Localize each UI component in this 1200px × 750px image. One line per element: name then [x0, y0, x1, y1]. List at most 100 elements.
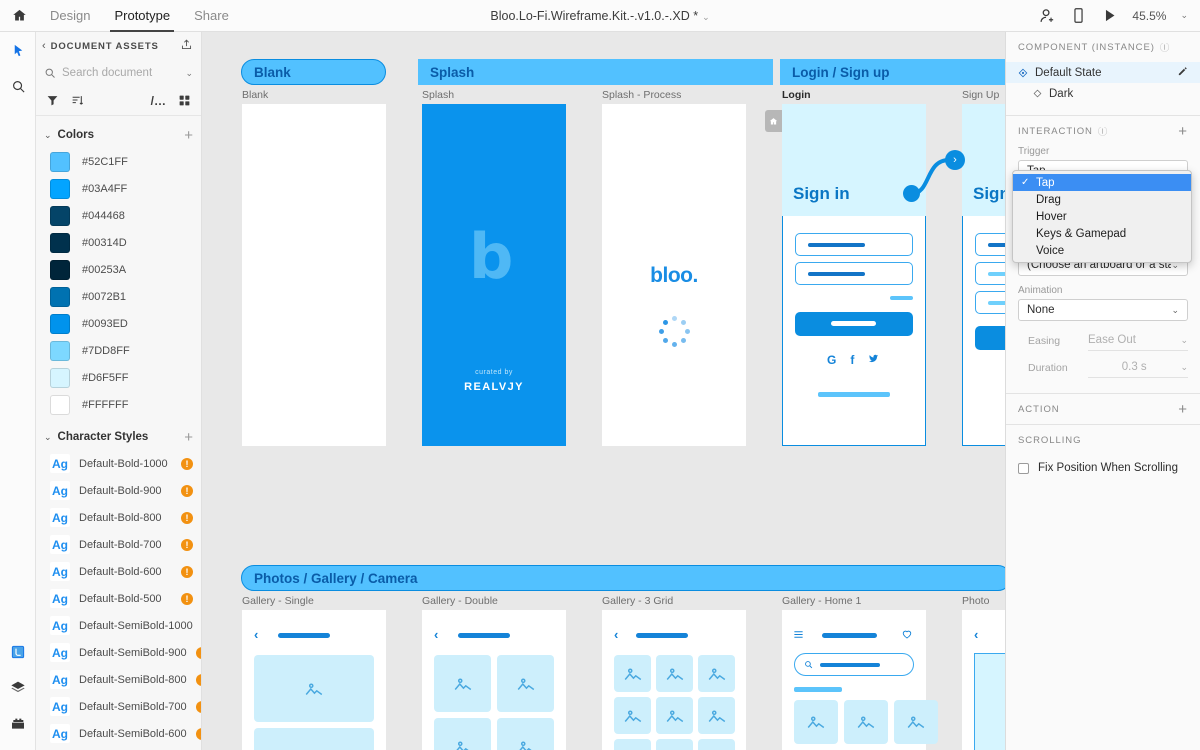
- google-icon[interactable]: G: [827, 353, 836, 367]
- play-preview-icon[interactable]: [1101, 7, 1118, 24]
- list-view-icon[interactable]: /…: [151, 94, 166, 108]
- artboard-label-gallery-home1[interactable]: Gallery - Home 1: [782, 595, 861, 607]
- color-swatch-row[interactable]: #D6F5FF: [36, 364, 201, 391]
- color-swatch[interactable]: [50, 205, 70, 226]
- gallery-search-field[interactable]: [794, 653, 914, 676]
- info-icon[interactable]: ⓘ: [1098, 124, 1108, 138]
- artboard-splash[interactable]: b curated by REALVJY: [422, 104, 566, 446]
- login-forgot-link[interactable]: [890, 296, 913, 300]
- artboard-label-login[interactable]: Login: [782, 89, 811, 101]
- assets-back-icon[interactable]: ‹: [42, 40, 46, 52]
- trigger-option[interactable]: Drag: [1013, 191, 1191, 208]
- share-invite-icon[interactable]: [1039, 7, 1056, 24]
- tab-design[interactable]: Design: [38, 0, 102, 32]
- color-swatch-row[interactable]: #044468: [36, 202, 201, 229]
- plugins-panel-icon[interactable]: [0, 706, 36, 742]
- artboard-login[interactable]: Sign in G f: [782, 104, 926, 446]
- artboard-gallery-double[interactable]: ‹: [422, 610, 566, 750]
- login-password-field[interactable]: [795, 262, 913, 285]
- artboard-blank[interactable]: [242, 104, 386, 446]
- facebook-icon[interactable]: f: [850, 353, 854, 367]
- grid-view-icon[interactable]: [178, 94, 191, 107]
- character-style-row[interactable]: Ag Default-Bold-500!: [36, 585, 201, 612]
- zoom-level[interactable]: 45.5%: [1132, 9, 1166, 23]
- character-style-row[interactable]: Ag Default-SemiBold-700!: [36, 693, 201, 720]
- gallery-image-tile[interactable]: [434, 655, 491, 712]
- color-swatch[interactable]: [50, 367, 70, 388]
- trigger-option[interactable]: Keys & Gamepad: [1013, 225, 1191, 242]
- login-social-buttons[interactable]: G f: [827, 353, 879, 367]
- device-preview-icon[interactable]: [1070, 7, 1087, 24]
- search-input[interactable]: [62, 67, 180, 79]
- gallery-image-tile[interactable]: [794, 700, 838, 744]
- add-character-style-button[interactable]: +: [184, 430, 193, 445]
- artboard-label-gallery-double[interactable]: Gallery - Double: [422, 595, 498, 607]
- color-swatch[interactable]: [50, 232, 70, 253]
- gallery-image-tile[interactable]: [434, 718, 491, 750]
- duration-row[interactable]: Duration 0.3 s ⌄: [1006, 354, 1200, 381]
- color-swatch[interactable]: [50, 286, 70, 307]
- photo-back-icon[interactable]: ‹: [974, 627, 978, 642]
- connector-source-handle[interactable]: [903, 185, 920, 202]
- select-tool[interactable]: [0, 32, 36, 68]
- character-style-row[interactable]: Ag Default-SemiBold-900!: [36, 639, 201, 666]
- trigger-option[interactable]: Voice: [1013, 242, 1191, 259]
- add-interaction-button[interactable]: +: [1178, 124, 1188, 139]
- add-action-button[interactable]: +: [1178, 402, 1188, 417]
- color-swatch-row[interactable]: #7DD8FF: [36, 337, 201, 364]
- colors-section-header[interactable]: ⌄ Colors +: [36, 122, 201, 148]
- character-style-row[interactable]: Ag Default-Bold-600!: [36, 558, 201, 585]
- info-icon[interactable]: ⓘ: [1160, 40, 1170, 54]
- login-footer-link[interactable]: [818, 392, 890, 397]
- filter-icon[interactable]: [46, 94, 59, 107]
- artboard-gallery-single[interactable]: ‹: [242, 610, 386, 750]
- fix-position-row[interactable]: Fix Position When Scrolling: [1006, 455, 1200, 481]
- gallery-image-tile[interactable]: [894, 700, 938, 744]
- artboard-label-blank[interactable]: Blank: [242, 89, 268, 101]
- character-style-row[interactable]: Ag Default-Bold-1000!: [36, 450, 201, 477]
- gallery-image-tile[interactable]: [656, 697, 693, 734]
- gallery-image-tile[interactable]: [698, 697, 735, 734]
- artboard-label-splash[interactable]: Splash: [422, 89, 454, 101]
- tab-share[interactable]: Share: [182, 0, 241, 32]
- character-style-row[interactable]: Ag Default-Bold-700!: [36, 531, 201, 558]
- layers-panel-icon[interactable]: [0, 670, 36, 706]
- character-styles-chevron-icon[interactable]: ⌄: [44, 432, 52, 443]
- export-icon[interactable]: [180, 38, 193, 54]
- gallery-single-image-tile[interactable]: [254, 655, 374, 722]
- artboard-label-signup[interactable]: Sign Up: [962, 89, 999, 101]
- color-swatch[interactable]: [50, 151, 70, 172]
- color-swatch-row[interactable]: #0072B1: [36, 283, 201, 310]
- home-artboard-badge[interactable]: [765, 110, 782, 132]
- heart-icon[interactable]: [901, 628, 913, 640]
- trigger-option[interactable]: ✓ Tap: [1013, 174, 1191, 191]
- home-icon[interactable]: [0, 0, 38, 32]
- twitter-icon[interactable]: [868, 353, 879, 367]
- missing-font-warning-icon[interactable]: !: [195, 673, 201, 686]
- color-swatch-row[interactable]: #0093ED: [36, 310, 201, 337]
- easing-row[interactable]: Easing Ease Out ⌄: [1006, 327, 1200, 354]
- color-swatch[interactable]: [50, 394, 70, 415]
- login-email-field[interactable]: [795, 233, 913, 256]
- zoom-tool[interactable]: [0, 68, 36, 104]
- color-swatch-row[interactable]: #FFFFFF: [36, 391, 201, 418]
- gallery-double-back-icon[interactable]: ‹: [434, 627, 438, 642]
- gallery-image-tile[interactable]: [656, 739, 693, 750]
- artboard-label-splash-process[interactable]: Splash - Process: [602, 89, 681, 101]
- missing-font-warning-icon[interactable]: !: [181, 565, 193, 578]
- hamburger-menu-icon[interactable]: [793, 629, 804, 640]
- missing-font-warning-icon[interactable]: !: [195, 727, 201, 740]
- missing-font-warning-icon[interactable]: !: [181, 484, 193, 497]
- missing-font-warning-icon[interactable]: !: [195, 700, 201, 713]
- gallery-image-tile[interactable]: [614, 697, 651, 734]
- add-color-button[interactable]: +: [184, 128, 193, 143]
- gallery-image-tile[interactable]: [698, 739, 735, 750]
- search-caret-icon[interactable]: ⌄: [185, 68, 193, 79]
- connector-target-arrow[interactable]: ›: [945, 150, 965, 170]
- easing-value-wrap[interactable]: Ease Out ⌄: [1088, 331, 1188, 351]
- fix-position-checkbox[interactable]: [1018, 462, 1029, 474]
- group-bar-blank[interactable]: Blank: [241, 59, 386, 85]
- colors-chevron-icon[interactable]: ⌄: [44, 130, 52, 141]
- document-title-caret-icon[interactable]: ⌄: [702, 12, 710, 22]
- artboard-gallery-3grid[interactable]: ‹: [602, 610, 746, 750]
